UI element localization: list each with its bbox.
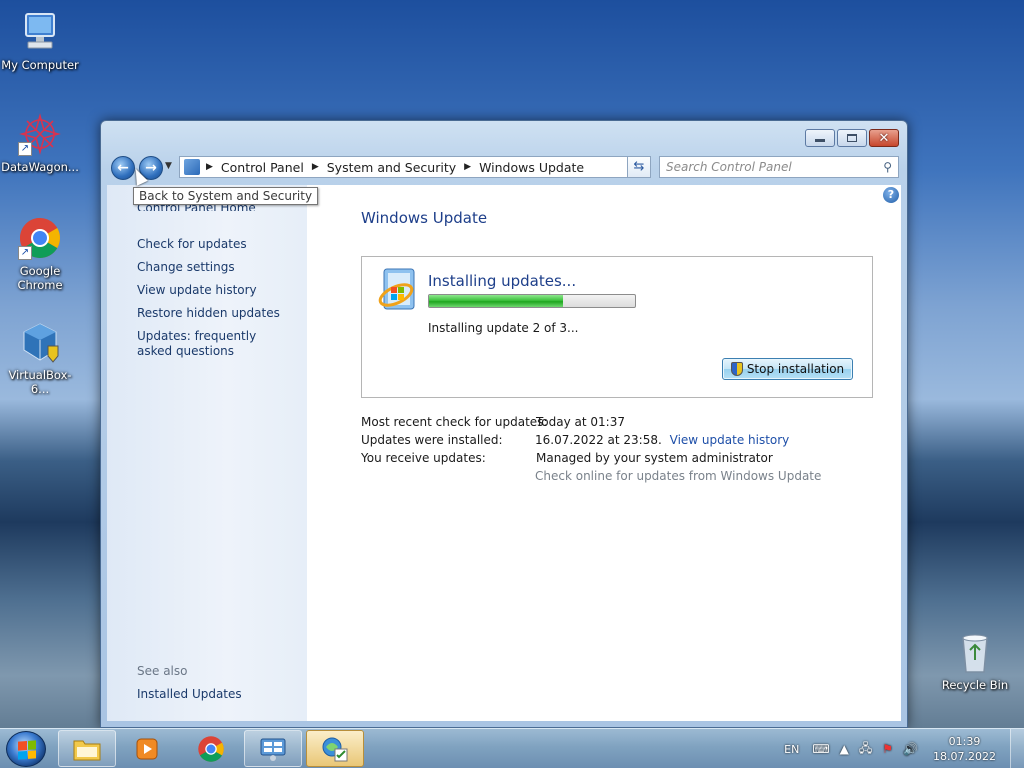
windows-update-icon: [376, 267, 420, 315]
back-button-tooltip: Back to System and Security: [133, 187, 319, 205]
change-settings-link[interactable]: Change settings: [137, 260, 235, 275]
windows-logo-icon: [18, 740, 36, 760]
navigation-bar: ← → ▼ ▶ Control Panel ▶ System and Secur…: [109, 155, 899, 181]
page-title: Windows Update: [361, 209, 488, 227]
start-button[interactable]: [6, 731, 46, 767]
chrome-icon: [198, 735, 224, 762]
restore-hidden-updates-link[interactable]: Restore hidden updates: [137, 306, 280, 321]
desktop-icon-recycle-bin[interactable]: Recycle Bin: [935, 630, 1015, 692]
receive-updates-value: Managed by your system administrator: [536, 451, 773, 465]
recent-pages-dropdown[interactable]: ▼: [165, 161, 172, 171]
show-hidden-icons-icon[interactable]: ▲: [840, 742, 849, 756]
desktop-icon-label: My Computer: [1, 58, 79, 72]
desktop-icon-datawagon[interactable]: ↗ DataWagon...: [0, 112, 80, 174]
language-indicator[interactable]: EN: [784, 743, 799, 756]
recent-check-value: Today at 01:37: [536, 415, 625, 429]
taskbar-media-player-button[interactable]: [118, 730, 176, 767]
receive-updates-label: You receive updates:: [361, 451, 486, 465]
installed-updates-link[interactable]: Installed Updates: [137, 687, 242, 702]
caption-buttons: ✕: [803, 129, 899, 147]
close-icon: ✕: [878, 130, 890, 146]
maximize-icon: [847, 134, 857, 142]
breadcrumb-separator-icon: ▶: [206, 162, 213, 172]
content-area: Control Panel Home Check for updates Cha…: [107, 185, 901, 721]
desktop-icon-label: Recycle Bin: [941, 678, 1009, 692]
uac-shield-icon: [730, 362, 743, 376]
installed-value-row: 16.07.2022 at 23:58. View update history: [535, 433, 789, 447]
folder-icon: [73, 740, 101, 760]
recent-check-label: Most recent check for updates:: [361, 415, 548, 429]
refresh-icon: ⇆: [633, 159, 645, 174]
check-for-updates-link[interactable]: Check for updates: [137, 237, 247, 252]
forward-arrow-icon: →: [145, 160, 157, 176]
search-icon[interactable]: ⚲: [883, 157, 892, 177]
breadcrumb-windows-update[interactable]: Windows Update: [479, 160, 584, 175]
recycle-bin-icon: [953, 630, 997, 674]
minimize-icon: [815, 138, 825, 142]
help-icon[interactable]: ?: [883, 187, 899, 203]
progress-fill: [429, 295, 563, 307]
control-panel-icon: [260, 738, 286, 761]
see-also-heading: See also: [137, 664, 188, 678]
datawagon-icon: ↗: [18, 112, 62, 156]
breadcrumb-control-panel[interactable]: Control Panel: [221, 160, 304, 175]
stop-installation-label: Stop installation: [746, 362, 845, 376]
minimize-button[interactable]: [805, 129, 835, 147]
faq-link[interactable]: Updates: frequently asked questions: [137, 329, 287, 359]
view-update-history-link[interactable]: View update history: [137, 283, 257, 298]
clock-date: 18.07.2022: [933, 750, 996, 763]
desktop-icon-chrome[interactable]: ↗ Google Chrome: [0, 216, 80, 292]
back-arrow-icon: ←: [117, 160, 129, 176]
stop-installation-button[interactable]: Stop installation: [722, 358, 853, 380]
system-tray: EN ⌨ ▲ 🖧 ⚑ 🔊 01:39 18.07.2022: [784, 729, 1024, 768]
desktop-icon-label: Google Chrome: [17, 264, 63, 292]
view-update-history-inline-link[interactable]: View update history: [670, 433, 790, 447]
keyboard-icon[interactable]: ⌨: [812, 742, 829, 756]
control-panel-window: ✕ ← → ▼ ▶ Control Panel ▶ System and Sec…: [100, 120, 908, 728]
clock[interactable]: 01:39 18.07.2022: [933, 734, 996, 764]
media-player-icon: [136, 738, 158, 759]
desktop-icon-label: DataWagon...: [1, 160, 79, 174]
action-center-icon[interactable]: ⚑: [882, 742, 893, 756]
installed-label: Updates were installed:: [361, 433, 503, 447]
shortcut-arrow-icon: ↗: [18, 246, 32, 260]
shortcut-arrow-icon: ↗: [18, 142, 32, 156]
show-desktop-button[interactable]: [1010, 729, 1024, 768]
desktop-icon-my-computer[interactable]: My Computer: [0, 10, 80, 72]
clock-time: 01:39: [948, 735, 981, 748]
left-task-pane: Control Panel Home Check for updates Cha…: [107, 185, 307, 721]
address-bar[interactable]: ▶ Control Panel ▶ System and Security ▶ …: [179, 156, 649, 178]
installed-value: 16.07.2022 at 23:58.: [535, 433, 662, 447]
volume-icon[interactable]: 🔊: [903, 742, 918, 756]
desktop-icon-label: VirtualBox-6...: [8, 368, 72, 396]
desktop-icon-virtualbox[interactable]: VirtualBox-6...: [0, 320, 80, 396]
close-button[interactable]: ✕: [869, 129, 899, 147]
update-status-panel: Installing updates... Installing update …: [361, 256, 873, 398]
breadcrumb-system-security[interactable]: System and Security: [327, 160, 456, 175]
refresh-button[interactable]: ⇆: [627, 156, 651, 178]
control-panel-icon: [184, 159, 200, 175]
maximize-button[interactable]: [837, 129, 867, 147]
install-progress-text: Installing update 2 of 3...: [428, 321, 579, 335]
virtualbox-icon: [18, 320, 62, 364]
search-placeholder: Search Control Panel: [666, 160, 792, 174]
windows-update-icon: [322, 737, 348, 761]
taskbar-control-panel-button[interactable]: [244, 730, 302, 767]
computer-icon: [18, 10, 62, 54]
taskbar-chrome-button[interactable]: [182, 730, 240, 767]
chrome-icon: ↗: [18, 216, 62, 260]
breadcrumb-separator-icon: ▶: [464, 162, 472, 172]
taskbar: EN ⌨ ▲ 🖧 ⚑ 🔊 01:39 18.07.2022: [0, 728, 1024, 768]
install-progress-bar: [428, 294, 636, 308]
breadcrumb-separator-icon: ▶: [311, 162, 319, 172]
back-button[interactable]: ←: [111, 156, 135, 180]
search-input[interactable]: Search Control Panel ⚲: [659, 156, 899, 178]
taskbar-explorer-button[interactable]: [58, 730, 116, 767]
taskbar-windows-update-button[interactable]: [306, 730, 364, 767]
check-online-link[interactable]: Check online for updates from Windows Up…: [535, 469, 821, 483]
network-icon[interactable]: 🖧: [859, 739, 872, 760]
installing-status-title: Installing updates...: [428, 272, 577, 290]
